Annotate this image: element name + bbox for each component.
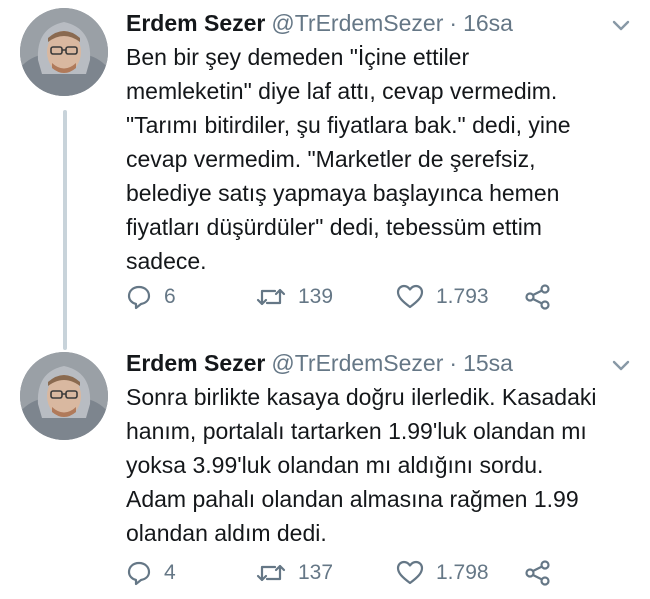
reply-button[interactable]: 6 [126,282,176,312]
share-icon [524,284,552,310]
tweet-text-line: Adam pahalı olandan almasına rağmen 1.99 [126,486,579,512]
like-button[interactable]: 1.798 [396,558,489,588]
retweet-button[interactable]: 139 [256,282,333,312]
tweet-text-line: Sonra birlikte kasaya doğru ilerledik. K… [126,384,597,410]
tweet[interactable]: Erdem Sezer @TrErdemSezer · 16sa Ben bir şe… [0,0,650,340]
share-button[interactable] [524,282,552,312]
retweet-icon [256,560,286,586]
tweet-text-line: fiyatları düşürdüler" dedi, tebessüm ett… [126,214,542,240]
user-handle[interactable]: @TrErdemSezer [271,10,443,36]
separator: · [449,10,458,36]
tweet-text-line: "Tarımı bitirdiler, şu fiyatlara bak." d… [126,112,571,138]
reply-count: 6 [164,285,176,308]
retweet-icon [256,284,286,310]
display-name[interactable]: Erdem Sezer [126,10,265,36]
tweet-actions: 4 137 1.798 [126,558,606,588]
timestamp[interactable]: 16sa [463,10,513,36]
like-count: 1.793 [436,285,489,308]
tweet[interactable]: Erdem Sezer @TrErdemSezer · 15sa Sonra birl… [0,340,650,599]
tweet-actions: 6 139 1.793 [126,282,606,312]
like-count: 1.798 [436,561,489,584]
chevron-down-icon[interactable] [610,14,632,36]
retweet-count: 139 [298,285,334,308]
tweet-text: Ben bir şey demeden "İçine ettiler memle… [126,40,626,278]
retweet-button[interactable]: 137 [256,558,333,588]
retweet-count: 137 [298,561,334,584]
tweet-text-line: Ben bir şey demeden "İçine ettiler [126,44,470,70]
tweet-header: Erdem Sezer @TrErdemSezer · 16sa [126,6,610,40]
reply-count: 4 [164,561,176,584]
tweet-text-line: belediye satış yapmaya başlayınca hemen [126,180,560,206]
tweet-text-line: yoksa 3.99'luk olandan mı aldığını sordu… [126,452,544,478]
reply-icon [126,560,152,586]
timestamp[interactable]: 15sa [463,350,513,376]
heart-icon [396,284,424,310]
tweet-text-line: cevap vermedim. "Marketler de şerefsiz, [126,146,536,172]
avatar[interactable] [20,352,108,440]
share-icon [524,560,552,586]
tweet-text-line: memleketin" diye laf attı, cevap vermedi… [126,78,558,104]
tweet-header: Erdem Sezer @TrErdemSezer · 15sa [126,346,610,380]
display-name[interactable]: Erdem Sezer [126,350,265,376]
tweet-text-line: olandan aldım dedi. [126,520,327,546]
heart-icon [396,560,424,586]
reply-icon [126,284,152,310]
chevron-down-icon[interactable] [610,354,632,376]
like-button[interactable]: 1.793 [396,282,489,312]
share-button[interactable] [524,558,552,588]
separator: · [449,350,458,376]
avatar[interactable] [20,8,108,96]
reply-button[interactable]: 4 [126,558,176,588]
tweet-text-line: hanım, portalalı tartarken 1.99'luk olan… [126,418,587,444]
user-handle[interactable]: @TrErdemSezer [271,350,443,376]
tweet-text-line: sadece. [126,248,207,274]
tweet-text: Sonra birlikte kasaya doğru ilerledik. K… [126,380,626,550]
